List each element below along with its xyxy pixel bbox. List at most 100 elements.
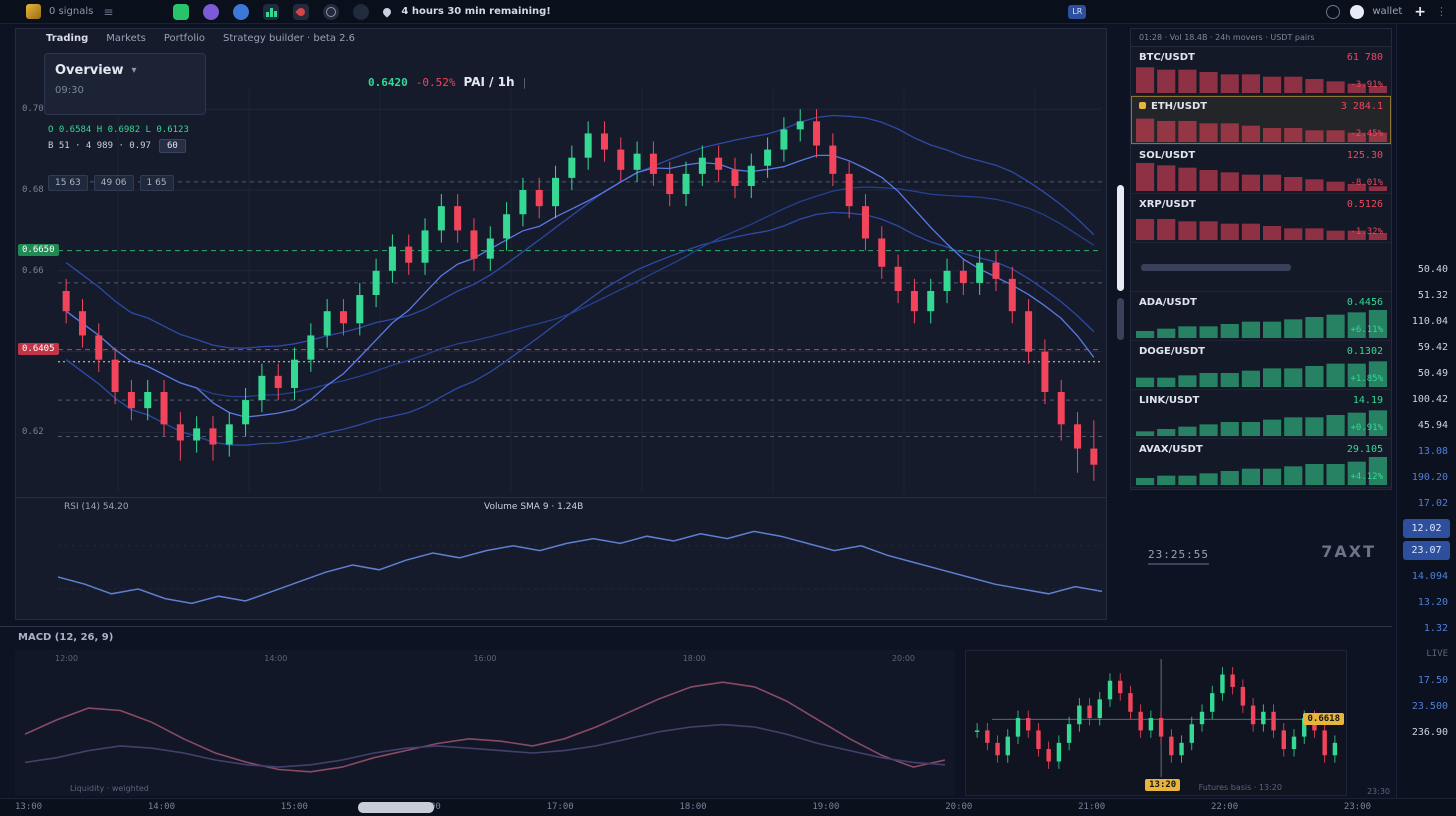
orderbook-bid-row[interactable]: 23.500 — [1397, 693, 1456, 719]
ticker-change: -8.01% — [1350, 178, 1383, 188]
vertical-scrollbar-track[interactable] — [1117, 298, 1124, 340]
orderbook-bid-row[interactable]: 13.08 — [1397, 438, 1456, 464]
stat-badge-2[interactable]: 1 65 — [140, 175, 174, 191]
indicator-center-label[interactable]: Volume SMA 9 · 1.24B — [484, 502, 583, 512]
candle — [503, 214, 510, 238]
toolbar-tab-2[interactable]: Portfolio — [164, 33, 205, 44]
ticker-change: -2.45% — [1350, 129, 1383, 139]
stat-badge-1[interactable]: 49 06 — [94, 175, 134, 191]
wallet-label[interactable]: wallet — [1372, 6, 1402, 17]
mini-chart-icon[interactable] — [263, 4, 279, 20]
time-axis[interactable]: 13:0014:0015:0016:0017:0018:0019:0020:00… — [0, 798, 1456, 816]
watchlist-row-sol-usdt[interactable]: SOL/USDT125.30-8.01% — [1131, 145, 1391, 194]
orderbook-ask-row[interactable]: 236.90 — [1397, 719, 1456, 745]
night-mode-icon[interactable] — [353, 4, 369, 20]
time-label: 21:00 — [1078, 802, 1105, 812]
mini-candlestick-chart[interactable] — [972, 659, 1340, 777]
watchlist-row-xrp-usdt[interactable]: XRP/USDT0.5126-1.32% — [1131, 194, 1391, 243]
candle — [1041, 352, 1048, 392]
avatar[interactable] — [1350, 5, 1364, 19]
ticker-symbol: AVAX/USDT — [1139, 444, 1203, 455]
price-axis[interactable]: 0.700.680.660.640.620.66500.6405 — [16, 29, 58, 621]
app-logo-icon[interactable] — [26, 4, 41, 19]
watchlist-header: 01:28 · Vol 18.4B · 24h movers · USDT pa… — [1131, 29, 1391, 47]
watchlist-row-avax-usdt[interactable]: AVAX/USDT29.105+4.12% — [1131, 439, 1391, 488]
hamburger-menu-icon[interactable]: ≡ — [103, 5, 113, 19]
ticker-price: 0.5126 — [1347, 199, 1383, 210]
stats-badge-icon[interactable]: LR — [1068, 5, 1086, 19]
world-icon[interactable] — [323, 4, 339, 20]
candle — [356, 295, 363, 323]
candle — [340, 311, 347, 323]
candle — [911, 291, 918, 311]
orderbook-ask-row[interactable]: 50.40 — [1397, 256, 1456, 282]
toolbar-tab-0[interactable]: Trading — [46, 33, 88, 44]
globe-icon[interactable] — [233, 4, 249, 20]
watermark: 7AXT — [1321, 542, 1376, 561]
indicator-left-label[interactable]: RSI (14) 54.20 — [64, 502, 129, 512]
orderbook-muted-row[interactable]: LIVE — [1397, 641, 1456, 667]
candle — [112, 360, 119, 392]
pair-timeframe[interactable]: PAI / 1h — [464, 75, 515, 89]
ticker-change: +6.11% — [1350, 325, 1383, 335]
orderbook-bid-row[interactable]: 13.20 — [1397, 589, 1456, 615]
indicator-chart[interactable] — [58, 517, 1102, 613]
orderbook-chip-row[interactable]: 23.07 — [1403, 541, 1450, 560]
orderbook-bid-row[interactable]: 1.32 — [1397, 615, 1456, 641]
candle — [601, 133, 608, 149]
ticker-price: 29.105 — [1347, 444, 1383, 455]
candle — [226, 424, 233, 444]
ticker-price: 14.19 — [1353, 395, 1383, 406]
panel-separator[interactable] — [16, 497, 1106, 498]
watchlist-row-doge-usdt[interactable]: DOGE/USDT0.1302+1.85% — [1131, 341, 1391, 390]
macd-chart[interactable] — [25, 668, 945, 786]
vertical-scrollbar-thumb[interactable] — [1117, 185, 1124, 291]
orderbook-ask-row[interactable]: 51.32 — [1397, 282, 1456, 308]
ticker-price: 0.4456 — [1347, 297, 1383, 308]
orderbook-bid-row[interactable]: 14.094 — [1397, 563, 1456, 589]
orderbook-ask-row[interactable]: 59.42 — [1397, 334, 1456, 360]
hot-markets-icon[interactable] — [293, 4, 309, 20]
orderbook-ask-row[interactable]: 50.49 — [1397, 360, 1456, 386]
watchlist-row-ada-usdt[interactable]: ADA/USDT0.4456+6.11% — [1131, 292, 1391, 341]
toolbar-tab-3[interactable]: Strategy builder · beta 2.6 — [223, 33, 355, 44]
add-button[interactable]: + — [1414, 4, 1426, 20]
candle — [177, 424, 184, 440]
watchlist-row-btc-usdt[interactable]: BTC/USDT61 780-3.91% — [1131, 47, 1391, 96]
ticker-change: -1.32% — [1350, 227, 1383, 237]
candle — [161, 392, 168, 424]
candle — [862, 206, 869, 238]
candle — [895, 267, 902, 291]
candle — [699, 158, 706, 174]
signals-counter[interactable]: 0 signals — [49, 6, 93, 17]
orderbook-ask-row[interactable]: 45.94 — [1397, 412, 1456, 438]
time-axis-right-label: 23:30 — [1367, 787, 1390, 796]
candle — [992, 263, 999, 279]
candle — [275, 376, 282, 388]
toolbar-tab-1[interactable]: Markets — [106, 33, 146, 44]
horizontal-scrollbar-thumb[interactable] — [358, 802, 434, 813]
interval-box[interactable]: 60 — [159, 139, 186, 153]
chat-icon[interactable] — [173, 4, 189, 20]
chevron-down-icon[interactable]: ▾ — [132, 65, 137, 76]
orderbook-ask-row[interactable]: 100.42 — [1397, 386, 1456, 412]
orderbook-chip-row[interactable]: 12.02 — [1403, 519, 1450, 538]
candlestick-chart[interactable] — [58, 89, 1102, 493]
ticker-change: -3.91% — [1350, 80, 1383, 90]
candle — [470, 230, 477, 258]
orderbook-bid-row[interactable]: 17.50 — [1397, 667, 1456, 693]
orderbook-ask-row[interactable]: 110.04 — [1397, 308, 1456, 334]
candle — [242, 400, 249, 424]
kebab-menu-icon[interactable]: ⋮ — [1436, 5, 1448, 18]
symbol-selector-widget[interactable]: Overview ▾ 09:30 — [44, 53, 206, 115]
orderbook-bid-row[interactable]: 17.02 — [1397, 490, 1456, 516]
candle — [193, 428, 200, 440]
mini-chart-caption: Futures basis · 13:20 — [1199, 783, 1282, 792]
candle — [731, 170, 738, 186]
orderbook-bid-row[interactable]: 190.20 — [1397, 464, 1456, 490]
community-icon[interactable] — [203, 4, 219, 20]
theme-toggle-icon[interactable] — [1326, 5, 1340, 19]
stat-badge-0[interactable]: 15 63 — [48, 175, 88, 191]
watchlist-row-link-usdt[interactable]: LINK/USDT14.19+0.91% — [1131, 390, 1391, 439]
watchlist-row-eth-usdt[interactable]: ETH/USDT3 284.1-2.45% — [1131, 96, 1391, 145]
